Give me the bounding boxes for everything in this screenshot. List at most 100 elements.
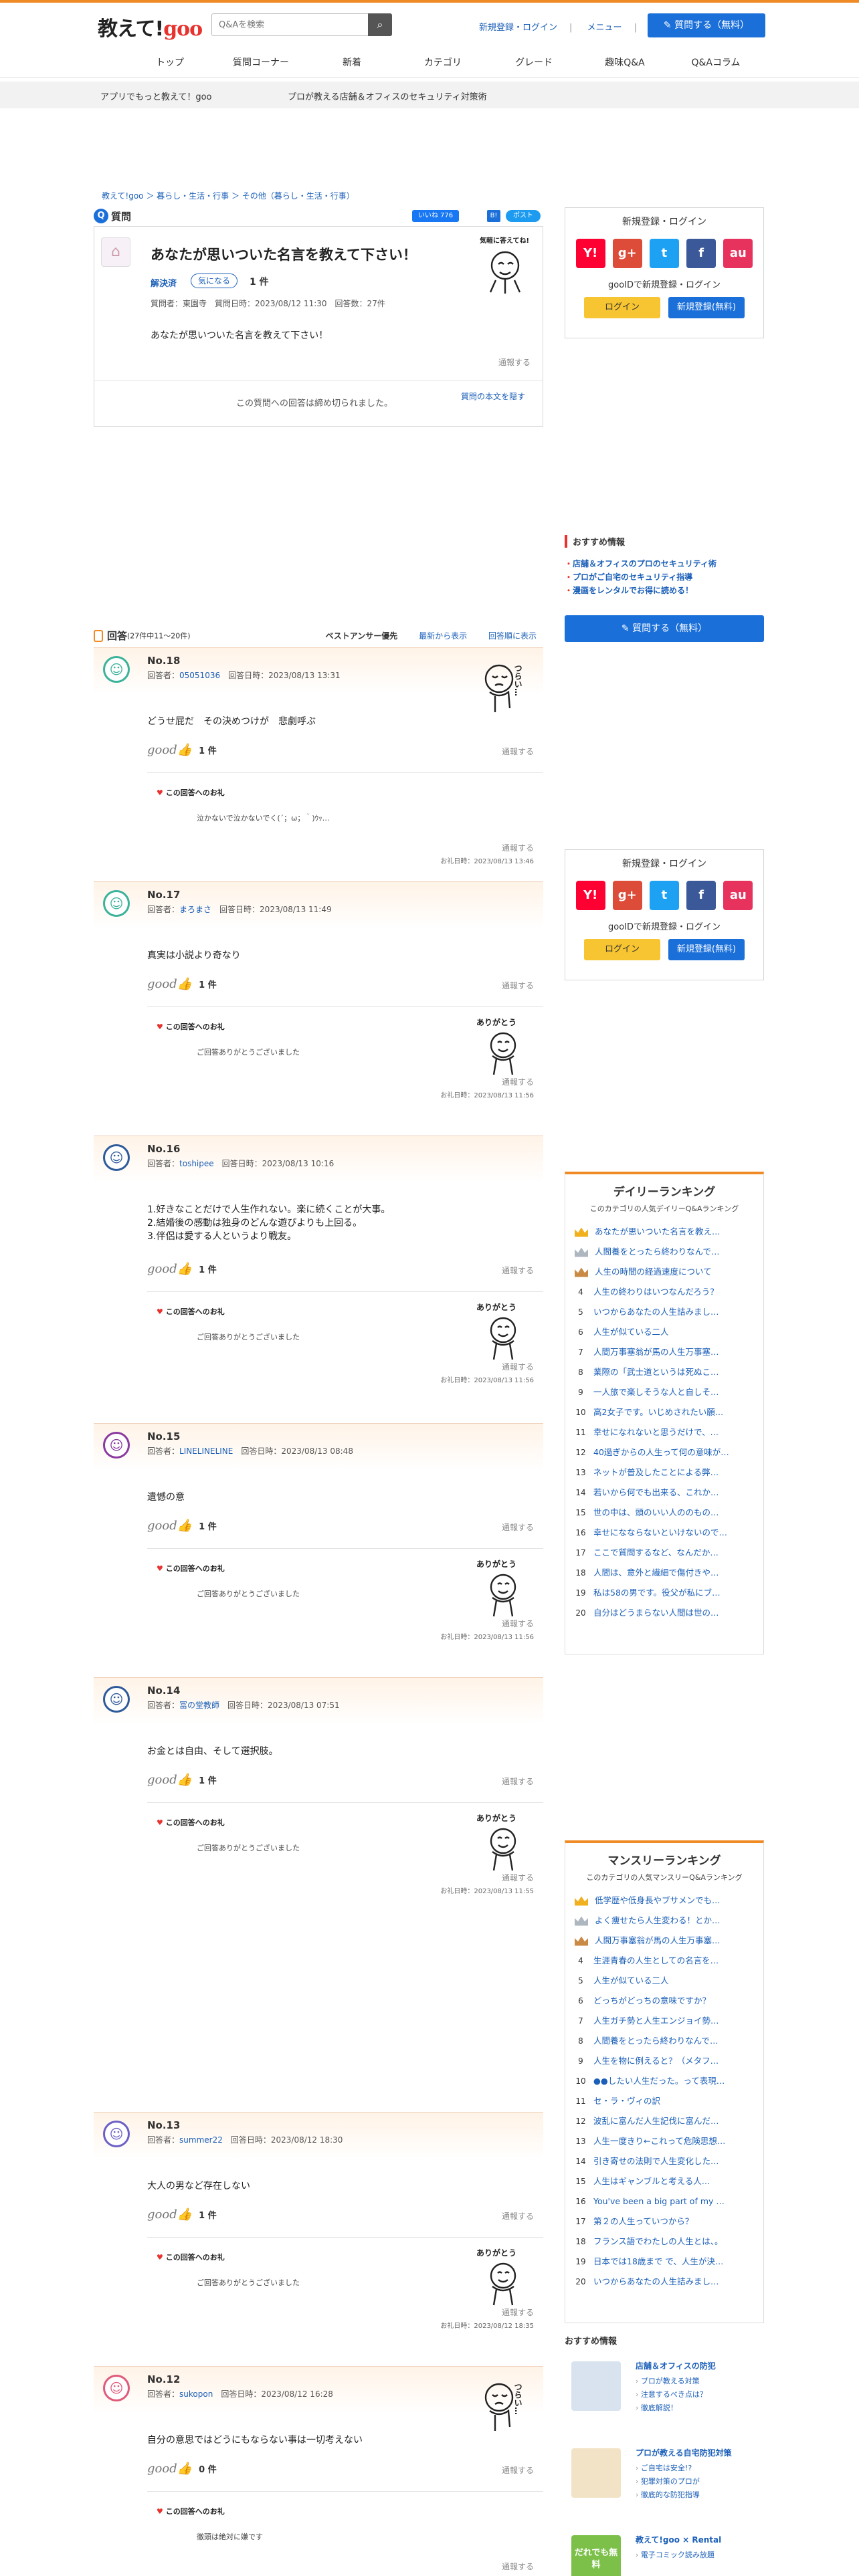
ranking-item[interactable]: 15 人生はギャンブルと考える人…: [573, 2171, 757, 2191]
nav-column[interactable]: Q&Aコラム: [670, 49, 761, 76]
login-link[interactable]: 新規登録・ログイン: [479, 23, 557, 33]
ranking-link[interactable]: 世の中は、頭のいい人ののもの…: [593, 1507, 719, 1517]
ranking-link[interactable]: 人生の終わりはいつなんだろう？: [593, 1287, 719, 1297]
ranking-link[interactable]: 人生が似ている二人: [593, 1975, 669, 1985]
reco-item[interactable]: プロがご自宅のセキュリティ指導: [565, 570, 764, 584]
good-button[interactable]: good👍 0 件: [147, 2462, 217, 2482]
ranking-item[interactable]: 9 人生を物に例えると？（メタフ…: [573, 2051, 757, 2071]
ranking-item[interactable]: 15 世の中は、頭のいい人ののもの…: [573, 1503, 757, 1523]
ranking-item[interactable]: 19 私は58の男です。役父が私にブ…: [573, 1583, 757, 1603]
report-link[interactable]: 通報する: [502, 1776, 534, 1787]
facebook-icon[interactable]: f: [686, 239, 717, 268]
search-icon[interactable]: ⌕: [368, 13, 392, 36]
ranking-link[interactable]: 引き寄せの法則で人生変化した…: [593, 2156, 719, 2166]
ranking-item[interactable]: 13 ネットが普及したことによる弊…: [573, 1463, 757, 1483]
favorite-button[interactable]: 気になる: [191, 274, 237, 288]
recommend-link[interactable]: 徹底的な防犯指導: [636, 2488, 700, 2502]
ranking-item[interactable]: 人間万事塞翁が馬の人生万事塞…: [573, 1931, 757, 1951]
recommend-link[interactable]: 電子コミック読み放題: [636, 2549, 714, 2562]
ranking-link[interactable]: 私は58の男です。役父が私にブ…: [593, 1588, 721, 1598]
ranking-link[interactable]: 幸せになれないと思うだけで、…: [593, 1427, 719, 1437]
report-link[interactable]: 通報する: [502, 1618, 534, 1629]
sort-newest[interactable]: 最新から表示: [419, 631, 467, 641]
ranking-item[interactable]: 17 第２の人生っていつから？: [573, 2212, 757, 2232]
user-avatar[interactable]: ☺: [103, 1144, 130, 1171]
twitter-icon[interactable]: t: [649, 881, 679, 910]
ranking-link[interactable]: よく痩せたら人生変わる！とか…: [595, 1915, 721, 1925]
recommend-item[interactable]: だれでも無料 教えて!goo × Rental 電子コミック読み放題: [565, 2530, 764, 2576]
ranking-link[interactable]: 40過ぎからの人生って何の意味が…: [593, 1447, 729, 1457]
ranking-item[interactable]: 16 You've been a big part of my …: [573, 2191, 757, 2212]
yahoo-icon[interactable]: Y!: [575, 239, 605, 268]
recommend-item[interactable]: 店舗＆オフィスの防犯 プロが教える対策 注意するべき点は？ 徹底解説！: [565, 2356, 764, 2434]
ranking-link[interactable]: 人生が似ている二人: [593, 1327, 669, 1337]
ranking-link[interactable]: いつからあなたの人生詰みまし…: [593, 2276, 719, 2286]
ranking-link[interactable]: 人間は、意外と繊細で傷付きや…: [593, 1568, 719, 1578]
ranking-item[interactable]: 8 人間養をとったら終わりなんで…: [573, 2031, 757, 2051]
ranking-item[interactable]: 19 日本では18歳まで で、人生が決…: [573, 2252, 757, 2272]
ranking-item[interactable]: あなたが思いついた名言を教え…: [573, 1222, 757, 1242]
recommend-item[interactable]: プロが教える自宅防犯対策 ご自宅は安全!? 犯罪対策のプロが 徹底的な防犯指導: [565, 2443, 764, 2520]
reco-item[interactable]: 店舗＆オフィスのプロのセキュリティ術: [565, 557, 764, 570]
ranking-link[interactable]: 第２の人生っていつから？: [593, 2216, 693, 2226]
sidebar-ask-button[interactable]: ✎ 質問する（無料）: [565, 615, 764, 642]
answerer-link[interactable]: まろまさ: [179, 905, 211, 914]
tweet-button[interactable]: ポスト 500: [506, 210, 541, 231]
ranking-item[interactable]: 7 人間万事塞翁が馬の人生万事塞…: [573, 1342, 757, 1362]
ranking-link[interactable]: どっちがどっちの意味ですか？: [593, 1996, 710, 2006]
ranking-link[interactable]: フランス語でわたしの人生とは、。: [593, 2236, 723, 2246]
ranking-link[interactable]: 一人旅で楽しそうな人と自しそ…: [593, 1387, 719, 1397]
ranking-item[interactable]: 11 セ・ラ・ヴィの訳: [573, 2091, 757, 2111]
ranking-item[interactable]: 11 幸せになれないと思うだけで、…: [573, 1422, 757, 1442]
ranking-link[interactable]: 人生ガチ勢と人生エンジョイ勢…: [593, 2016, 719, 2026]
report-link[interactable]: 通報する: [502, 980, 534, 991]
ranking-link[interactable]: 人生はギャンブルと考える人…: [593, 2176, 710, 2186]
answerer-link[interactable]: sukopon: [179, 2389, 213, 2399]
ranking-link[interactable]: 人生を物に例えると？（メタフ…: [593, 2056, 719, 2066]
ranking-link[interactable]: 日本では18歳まで で、人生が決…: [593, 2256, 723, 2266]
facebook-icon[interactable]: f: [686, 881, 717, 910]
user-avatar[interactable]: ☺: [103, 1432, 130, 1459]
report-link[interactable]: 通報する: [502, 1265, 534, 1276]
ranking-link[interactable]: あなたが思いついた名言を教え…: [595, 1226, 721, 1237]
answerer-link[interactable]: 冨の堂教師: [179, 1701, 219, 1710]
site-logo[interactable]: 教えて!goo: [98, 12, 203, 41]
login-button[interactable]: ログイン: [584, 297, 660, 318]
nav-hobby[interactable]: 趣味Q&A: [579, 49, 670, 76]
ranking-link[interactable]: 波乱に富んだ人生記伐に富んだ…: [593, 2116, 719, 2126]
ranking-item[interactable]: 18 フランス語でわたしの人生とは、。: [573, 2232, 757, 2252]
ask-question-button[interactable]: ✎ 質問する（無料）: [648, 13, 765, 37]
ranking-link[interactable]: ネットが普及したことによる弊…: [593, 1467, 719, 1477]
ranking-item[interactable]: 6 人生が似ている二人: [573, 1322, 757, 1342]
ranking-item[interactable]: 12 40過ぎからの人生って何の意味が…: [573, 1442, 757, 1463]
ranking-link[interactable]: 業際の「武士道というは死ぬこ…: [593, 1367, 719, 1377]
good-button[interactable]: good👍 1 件: [147, 1519, 217, 1539]
ranking-item[interactable]: 7 人生ガチ勢と人生エンジョイ勢…: [573, 2011, 757, 2031]
recommend-link[interactable]: プロが教える対策: [636, 2375, 707, 2388]
user-avatar[interactable]: ☺: [103, 890, 130, 917]
ranking-item[interactable]: 9 一人旅で楽しそうな人と自しそ…: [573, 1382, 757, 1402]
ranking-item[interactable]: 14 若いから何でも出来る、これか…: [573, 1483, 757, 1503]
report-link[interactable]: 通報する: [502, 1521, 534, 1533]
au-icon[interactable]: au: [723, 881, 753, 910]
ranking-link[interactable]: いつからあなたの人生詰みまし…: [593, 1307, 719, 1317]
ranking-item[interactable]: 人間養をとったら終わりなんで…: [573, 1242, 757, 1262]
report-link[interactable]: 通報する: [502, 1361, 534, 1372]
nav-category[interactable]: カテゴリ: [397, 49, 488, 76]
report-link[interactable]: 通報する: [498, 356, 531, 368]
yahoo-icon[interactable]: Y!: [575, 881, 605, 910]
user-avatar[interactable]: ☺: [103, 656, 130, 683]
ranking-item[interactable]: 13 人生一度きり←これって危険思想…: [573, 2131, 757, 2151]
good-button[interactable]: good👍 1 件: [147, 2208, 217, 2228]
answerer-link[interactable]: toshipee: [179, 1159, 214, 1168]
ranking-link[interactable]: 人間養をとったら終わりなんで…: [593, 2036, 719, 2046]
bookmark-button[interactable]: B!: [487, 210, 500, 222]
report-link[interactable]: 通報する: [502, 746, 534, 757]
recommend-link[interactable]: 注意するべき点は？: [636, 2388, 707, 2401]
ranking-item[interactable]: 低学歴や低身長やブサメンでも…: [573, 1891, 757, 1911]
ranking-item[interactable]: 17 ここで質問するなど、なんだか…: [573, 1543, 757, 1563]
ranking-item[interactable]: 18 人間は、意外と繊細で傷付きや…: [573, 1563, 757, 1583]
user-avatar[interactable]: ☺: [103, 2375, 130, 2401]
recommend-link[interactable]: 犯罪対策のプロが: [636, 2475, 700, 2488]
ranking-link[interactable]: 低学歴や低身長やブサメンでも…: [595, 1895, 721, 1905]
